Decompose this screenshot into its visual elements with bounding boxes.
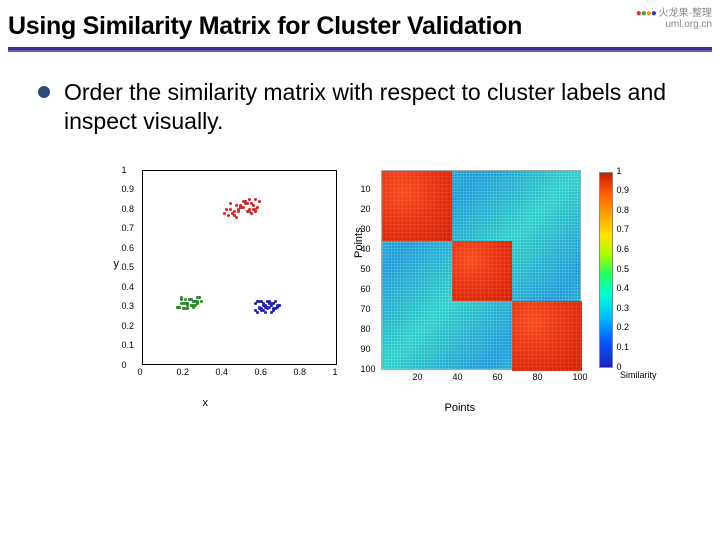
watermark-logo: ●●●● 火龙果·整理 uml.org.cn bbox=[636, 4, 712, 30]
heatmap bbox=[381, 170, 581, 370]
colorbar bbox=[599, 172, 613, 368]
colorbar-label: Similarity bbox=[620, 370, 657, 380]
scatter-xlabel: x bbox=[203, 397, 209, 409]
scatter-ylabel: y bbox=[114, 258, 120, 270]
scatter-panel: x y 00.20.40.60.81 00.10.20.30.40.50.60.… bbox=[108, 170, 337, 391]
bullet-row: Order the similarity matrix with respect… bbox=[0, 52, 720, 136]
bullet-text: Order the similarity matrix with respect… bbox=[64, 78, 692, 136]
scatter-plot bbox=[142, 170, 337, 365]
slide-title: Using Similarity Matrix for Cluster Vali… bbox=[0, 0, 720, 45]
figures-row: x y 00.20.40.60.81 00.10.20.30.40.50.60.… bbox=[0, 170, 720, 396]
heatmap-xlabel: Points bbox=[445, 402, 476, 414]
colorbar-panel: 10.90.80.70.60.50.40.30.20.10 Similarity bbox=[599, 170, 613, 368]
logo-text-url: uml.org.cn bbox=[665, 19, 712, 30]
heatmap-panel: Points Points 20406080100 10203040506070… bbox=[355, 170, 581, 396]
logo-text-cn: 火龙果·整理 bbox=[659, 8, 712, 19]
bullet-icon bbox=[38, 86, 50, 98]
